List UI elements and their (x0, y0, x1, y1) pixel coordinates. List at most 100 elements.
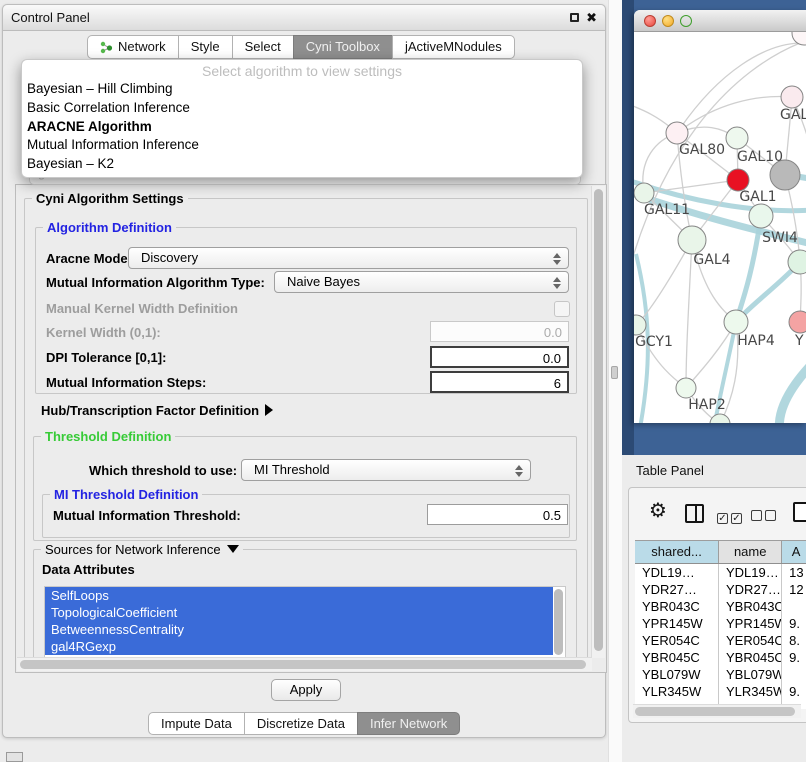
group-title: MI Threshold Definition (50, 487, 202, 502)
dpi-tolerance-field[interactable]: 0.0 (430, 346, 569, 368)
network-node-hap2[interactable] (676, 378, 696, 398)
split-pane-handle[interactable] (611, 366, 618, 379)
control-panel-window: Control Panel ✖ NetworkStyleSelectCyni T… (2, 4, 606, 738)
network-node-gal11[interactable] (634, 183, 654, 203)
data-attributes-list[interactable]: SelfLoopsTopologicalCoefficientBetweenne… (44, 586, 566, 660)
cyni-settings-panel: Cyni Algorithm Settings Algorithm Defini… (15, 184, 607, 673)
stepper-arrows-icon (515, 464, 523, 478)
list-scrollbar[interactable] (553, 588, 564, 658)
gear-icon[interactable]: ⚙ (649, 500, 667, 522)
algorithm-option[interactable]: Bayesian – Hill Climbing (22, 80, 582, 99)
table-row[interactable]: YDL19…YDL19…13 (635, 564, 806, 581)
table-panel: Table Panel ⚙ ✓✓ shared...nameA YDL19…YD… (622, 455, 806, 762)
network-node-gcy1[interactable] (634, 315, 646, 335)
node-label-hap4: HAP4 (737, 333, 775, 349)
data-attribute-item-selected[interactable]: gal4RGexp (45, 638, 553, 655)
data-attribute-item-selected[interactable]: TopologicalCoefficient (45, 604, 553, 621)
table-cell: YDR27… (635, 581, 719, 598)
column-header[interactable]: shared... (635, 541, 719, 563)
mi-steps-field[interactable]: 6 (430, 371, 569, 393)
table-row[interactable]: YER054CYER054C8. (635, 632, 806, 649)
algorithm-option[interactable]: Mutual Information Inference (22, 136, 582, 155)
table-row[interactable]: YBL079WYBL079W (635, 666, 806, 683)
tab-infer-network[interactable]: Infer Network (357, 712, 460, 735)
manual-kernel-checkbox[interactable] (554, 301, 570, 317)
split-pane-divider[interactable] (608, 0, 622, 762)
algorithm-option[interactable]: Dream8 DC_TDC Algorithm (22, 174, 582, 178)
table-row[interactable]: YBR045CYBR045C9. (635, 649, 806, 666)
close-traffic-light-icon[interactable] (644, 15, 656, 27)
settings-horizontal-scrollbar[interactable] (17, 657, 592, 671)
apply-button[interactable]: Apply (271, 679, 341, 701)
mi-steps-label: Mutual Information Steps: (46, 375, 206, 390)
table-cell: 9. (782, 615, 806, 632)
scrollbar-thumb[interactable] (554, 589, 563, 655)
deselect-all-checkboxes-icon[interactable] (751, 508, 779, 526)
algorithm-dropdown-list: Select algorithm to view settings Bayesi… (21, 59, 583, 178)
desktop-shadow-band (622, 0, 634, 455)
algorithm-option[interactable]: Basic Correlation Inference (22, 99, 582, 118)
column-header[interactable]: A (782, 541, 806, 563)
column-header[interactable]: name (719, 541, 782, 563)
tab-cyni-toolbox[interactable]: Cyni Toolbox (293, 35, 393, 59)
table-row[interactable]: YBR043CYBR043C (635, 598, 806, 615)
dock-panel-button[interactable] (6, 752, 23, 762)
table-cell: 13 (782, 564, 806, 581)
data-attribute-item-selected[interactable]: BetweennessCentrality (45, 621, 553, 638)
network-canvas[interactable]: GALGAL80GAL10GAL1GAL11SWI4GAL4GCY1HAP4YH… (634, 32, 806, 423)
network-node-gal10[interactable] (726, 127, 748, 149)
float-window-icon[interactable] (570, 13, 579, 22)
settings-vertical-scrollbar[interactable] (591, 186, 605, 658)
scrollbar-thumb[interactable] (20, 660, 586, 669)
aracne-mode-select[interactable]: Discovery (128, 247, 569, 269)
network-node-hap4[interactable] (724, 310, 748, 334)
network-edge[interactable] (686, 240, 692, 388)
which-threshold-label: Which threshold to use: (89, 463, 237, 478)
sources-toggle[interactable]: Sources for Network Inference (41, 542, 243, 557)
network-edge-strong[interactable] (779, 364, 806, 423)
cyni-algorithm-settings-group: Cyni Algorithm Settings Algorithm Defini… (24, 198, 588, 660)
hub-definition-toggle[interactable]: Hub/Transcription Factor Definition (41, 403, 273, 418)
which-threshold-select[interactable]: MI Threshold (241, 459, 531, 481)
tab-discretize-data[interactable]: Discretize Data (244, 712, 358, 735)
column-layout-icon[interactable] (685, 504, 704, 523)
kernel-width-field[interactable]: 0.0 (430, 321, 569, 342)
node-label-gal10: GAL10 (737, 149, 783, 165)
network-icon (100, 41, 113, 54)
network-node-partial-bottom[interactable] (710, 414, 730, 423)
table-cell: YER054C (719, 632, 782, 649)
network-graph[interactable]: GALGAL80GAL10GAL1GAL11SWI4GAL4GCY1HAP4YH… (634, 32, 806, 423)
tab-style[interactable]: Style (178, 35, 233, 59)
table-cell: YBR045C (635, 649, 719, 666)
scrollbar-thumb[interactable] (635, 707, 795, 716)
table-row[interactable]: YDR27…YDR27…12 (635, 581, 806, 598)
minimize-traffic-light-icon[interactable] (662, 15, 674, 27)
data-attribute-item-selected[interactable]: SelfLoops (45, 587, 553, 604)
close-icon[interactable]: ✖ (586, 9, 597, 27)
network-node-swi4[interactable] (749, 204, 773, 228)
network-node-salmon-right[interactable] (789, 311, 806, 333)
network-node-gal80[interactable] (666, 122, 688, 144)
network-node-gal1[interactable] (727, 169, 749, 191)
algorithm-option[interactable]: Bayesian – K2 (22, 155, 582, 174)
table-cell: YDL19… (719, 564, 782, 581)
expand-right-icon (265, 404, 273, 416)
table-horizontal-scrollbar[interactable] (633, 704, 801, 718)
network-node-gal4[interactable] (678, 226, 706, 254)
table-row[interactable]: YPR145WYPR145W9. (635, 615, 806, 632)
network-window-titlebar (634, 10, 806, 32)
tab-select[interactable]: Select (232, 35, 294, 59)
scrollbar-thumb[interactable] (594, 189, 603, 651)
zoom-traffic-light-icon[interactable] (680, 15, 692, 27)
new-table-icon[interactable] (793, 502, 806, 522)
group-title: Algorithm Definition (43, 220, 176, 235)
algorithm-option[interactable]: ARACNE Algorithm (22, 118, 582, 137)
tab-impute-data[interactable]: Impute Data (148, 712, 245, 735)
mi-threshold-field[interactable]: 0.5 (427, 504, 568, 525)
mi-algorithm-type-select[interactable]: Naive Bayes (274, 271, 569, 293)
table-row[interactable]: YLR345WYLR345W9. (635, 683, 806, 700)
tab-network[interactable]: Network (87, 35, 179, 59)
tab-jactivemnodules[interactable]: jActiveMNodules (392, 35, 515, 59)
select-all-checkboxes-icon[interactable]: ✓✓ (717, 508, 745, 526)
network-node-pink-top[interactable] (781, 86, 803, 108)
